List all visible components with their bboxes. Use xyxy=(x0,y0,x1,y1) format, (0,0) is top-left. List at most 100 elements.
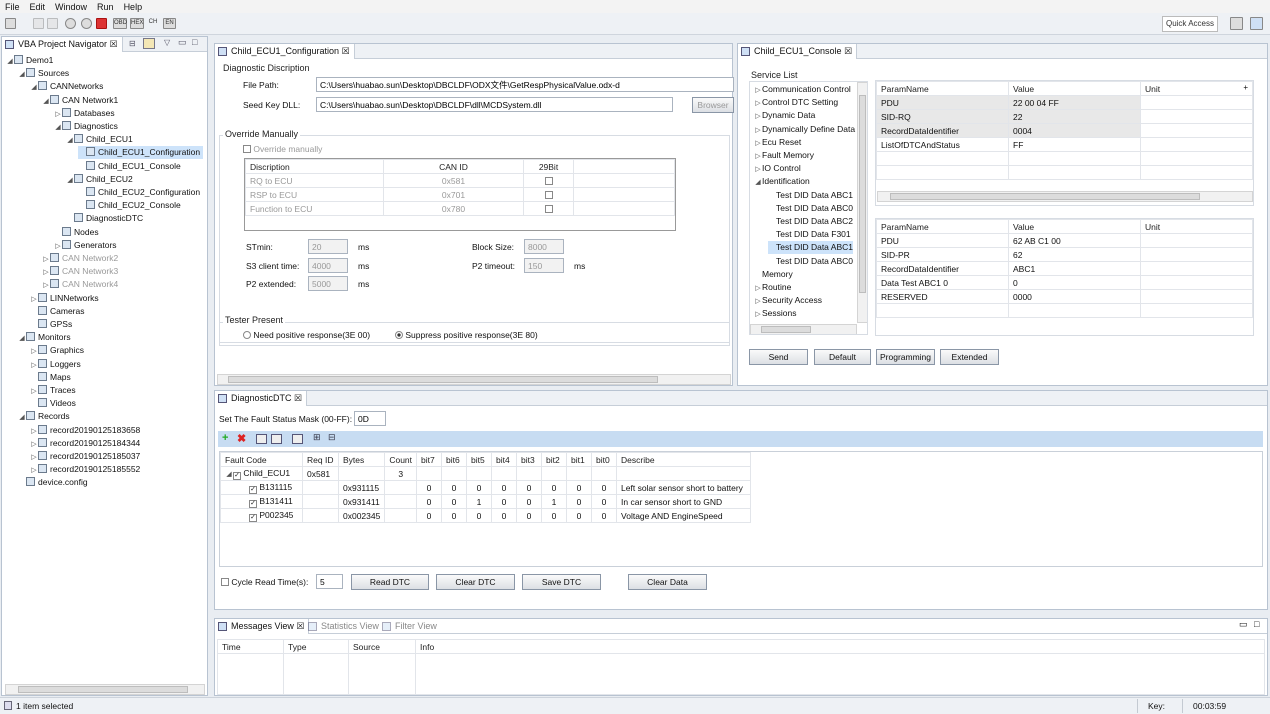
tree-item[interactable]: ▷ record20190125184344 xyxy=(30,437,143,450)
service-item[interactable]: Test DID Data ABC1 xyxy=(768,241,854,255)
collapse-all-icon[interactable]: ⊟ xyxy=(129,39,136,48)
29bit-checkbox[interactable] xyxy=(544,190,553,199)
service-item[interactable]: ◢Identification xyxy=(754,175,809,189)
tree-toggle-icon[interactable]: ◢ xyxy=(66,134,74,147)
tree-toggle-icon[interactable]: ▷ xyxy=(30,464,38,477)
tree-item[interactable]: ▷ record20190125185037 xyxy=(30,450,143,463)
tree-item[interactable]: ▷ Loggers xyxy=(30,358,84,371)
service-toggle-icon[interactable]: ◢ xyxy=(754,176,762,189)
expand-all-icon[interactable]: ⊞ xyxy=(313,432,321,443)
table-row[interactable]: PDU 62 AB C1 00 xyxy=(876,233,1253,248)
dtc-parent-checkbox[interactable]: ✓ xyxy=(233,471,241,480)
programming-button[interactable]: Programming xyxy=(876,349,935,365)
tree-toggle-icon[interactable]: ▷ xyxy=(30,385,38,398)
tree-toggle-icon[interactable]: ▷ xyxy=(42,253,50,266)
save-all-icon[interactable] xyxy=(47,18,58,29)
tab-configuration[interactable]: Child_ECU1_Configuration ☒ xyxy=(215,44,355,59)
radio-need-positive-circle[interactable] xyxy=(243,331,251,339)
tab-statistics-view[interactable]: Statistics View xyxy=(305,619,383,634)
menu-run[interactable]: Run xyxy=(92,2,119,12)
tree-item[interactable]: Maps xyxy=(30,371,74,384)
clear-dtc-button[interactable]: Clear DTC xyxy=(436,574,515,590)
tab-console[interactable]: Child_ECU1_Console ☒ xyxy=(738,44,858,59)
stmin-field[interactable] xyxy=(308,239,348,254)
service-item[interactable]: Test DID Data F301 xyxy=(768,228,851,241)
add-icon[interactable]: + xyxy=(222,432,228,444)
collapse-all-dtc-icon[interactable]: ⊟ xyxy=(328,432,336,443)
table-row[interactable]: SID-PR 62 xyxy=(876,247,1253,262)
s3-field[interactable] xyxy=(308,258,348,273)
seed-dll-field[interactable] xyxy=(316,97,673,112)
send-button[interactable]: Send xyxy=(749,349,808,365)
tree-item[interactable]: ◢ Sources xyxy=(18,67,72,80)
perspective-icon[interactable] xyxy=(1230,17,1243,30)
service-vscroll[interactable] xyxy=(857,82,867,323)
tree-toggle-icon[interactable]: ◢ xyxy=(18,411,26,424)
tab-filter-view[interactable]: Filter View xyxy=(379,619,441,634)
en-icon[interactable]: EN xyxy=(163,18,176,29)
minimize-icon[interactable]: ▭ xyxy=(178,37,187,48)
dtc-row[interactable]: ✓ B131115 0x931115 0 0 0 0 0 0 0 0 Left solar sens… xyxy=(220,480,752,495)
tree-item[interactable]: ▷ LINNetworks xyxy=(30,292,102,305)
tree-item[interactable]: ▷ Databases xyxy=(54,107,118,120)
tree-item[interactable]: ◢ Demo1 xyxy=(6,54,56,67)
cycle-time-field[interactable] xyxy=(316,574,343,589)
tree-item[interactable]: Cameras xyxy=(30,305,87,318)
service-toggle-icon[interactable]: ▷ xyxy=(754,163,762,176)
menu-file[interactable]: File xyxy=(0,2,25,12)
tree-toggle-icon[interactable]: ▷ xyxy=(30,451,38,464)
dtc-row[interactable]: ✓ P002345 0x002345 0 0 0 0 0 0 0 0 Voltage AND Eng… xyxy=(220,508,752,523)
tree-toggle-icon[interactable]: ▷ xyxy=(30,345,38,358)
table-row[interactable]: SID-RQ 22 xyxy=(876,109,1253,124)
filter-icon[interactable] xyxy=(292,434,303,444)
ch-icon[interactable]: CH xyxy=(147,18,159,29)
tree-item[interactable]: ◢ Child_ECU1 xyxy=(66,133,136,146)
service-item[interactable]: ▷IO Control xyxy=(754,162,800,176)
export-icon[interactable] xyxy=(271,434,282,444)
tree-toggle-icon[interactable]: ▷ xyxy=(30,293,38,306)
service-item[interactable]: Test DID Data ABC1 xyxy=(768,189,853,202)
tree-item[interactable]: Child_ECU2_Console xyxy=(78,199,184,212)
tree-item[interactable]: ▷ record20190125183658 xyxy=(30,424,143,437)
read-dtc-button[interactable]: Read DTC xyxy=(351,574,429,590)
dtc-row[interactable]: ✓ B131411 0x931411 0 0 1 0 0 1 0 0 In car sensor s… xyxy=(220,494,752,509)
service-item[interactable]: Test DID Data ABC2 xyxy=(768,215,853,228)
tree-item[interactable]: ▷ record20190125185552 xyxy=(30,463,143,476)
29bit-checkbox[interactable] xyxy=(544,204,553,213)
save-dtc-button[interactable]: Save DTC xyxy=(522,574,601,590)
tree-item[interactable]: ◢ CAN Network1 xyxy=(42,94,121,107)
tree-item[interactable]: Child_ECU1_Configuration xyxy=(78,146,204,160)
tab-messages-view[interactable]: Messages View ☒ xyxy=(215,619,310,634)
tree-item[interactable]: Videos xyxy=(30,397,79,410)
service-item[interactable]: ▷Dynamic Data xyxy=(754,109,815,122)
29bit-checkbox[interactable] xyxy=(544,176,553,185)
service-toggle-icon[interactable]: ▷ xyxy=(754,282,762,295)
perspective-active-icon[interactable] xyxy=(1250,17,1263,30)
override-checkbox[interactable]: Override manually xyxy=(243,144,322,154)
tree-item[interactable]: ◢ Diagnostics xyxy=(54,120,121,133)
hex-icon[interactable]: HEX xyxy=(130,18,144,29)
tree-toggle-icon[interactable]: ◢ xyxy=(6,55,14,68)
tree-toggle-icon[interactable]: ▷ xyxy=(30,359,38,372)
service-item[interactable]: ▷Communication Control xyxy=(754,83,851,96)
table-row[interactable]: RESERVED 0000 xyxy=(876,289,1253,304)
tree-toggle-icon[interactable]: ▷ xyxy=(30,425,38,438)
tree-item[interactable]: Nodes xyxy=(54,226,102,239)
dtc-row-checkbox[interactable]: ✓ xyxy=(249,513,257,522)
tree-item[interactable]: Child_ECU1_Console xyxy=(78,160,184,173)
clear-data-button[interactable]: Clear Data xyxy=(628,574,707,590)
service-toggle-icon[interactable]: ▷ xyxy=(754,308,762,321)
service-toggle-icon[interactable]: ▷ xyxy=(754,124,762,137)
dtc-expand-icon[interactable]: ◢ xyxy=(225,470,233,478)
tree-toggle-icon[interactable]: ▷ xyxy=(54,108,62,121)
tree-item[interactable]: ◢ Monitors xyxy=(18,331,74,344)
run-icon[interactable] xyxy=(81,18,92,29)
tree-toggle-icon[interactable]: ▷ xyxy=(30,438,38,451)
browser-button[interactable]: Browser xyxy=(692,97,734,113)
view-menu-icon[interactable]: ▽ xyxy=(164,38,170,47)
maximize-icon[interactable]: □ xyxy=(192,37,197,47)
tree-toggle-icon[interactable]: ◢ xyxy=(18,68,26,81)
service-item[interactable]: ▷Security Access xyxy=(754,294,822,307)
save-icon[interactable] xyxy=(33,18,44,29)
tree-toggle-icon[interactable]: ▷ xyxy=(42,279,50,292)
